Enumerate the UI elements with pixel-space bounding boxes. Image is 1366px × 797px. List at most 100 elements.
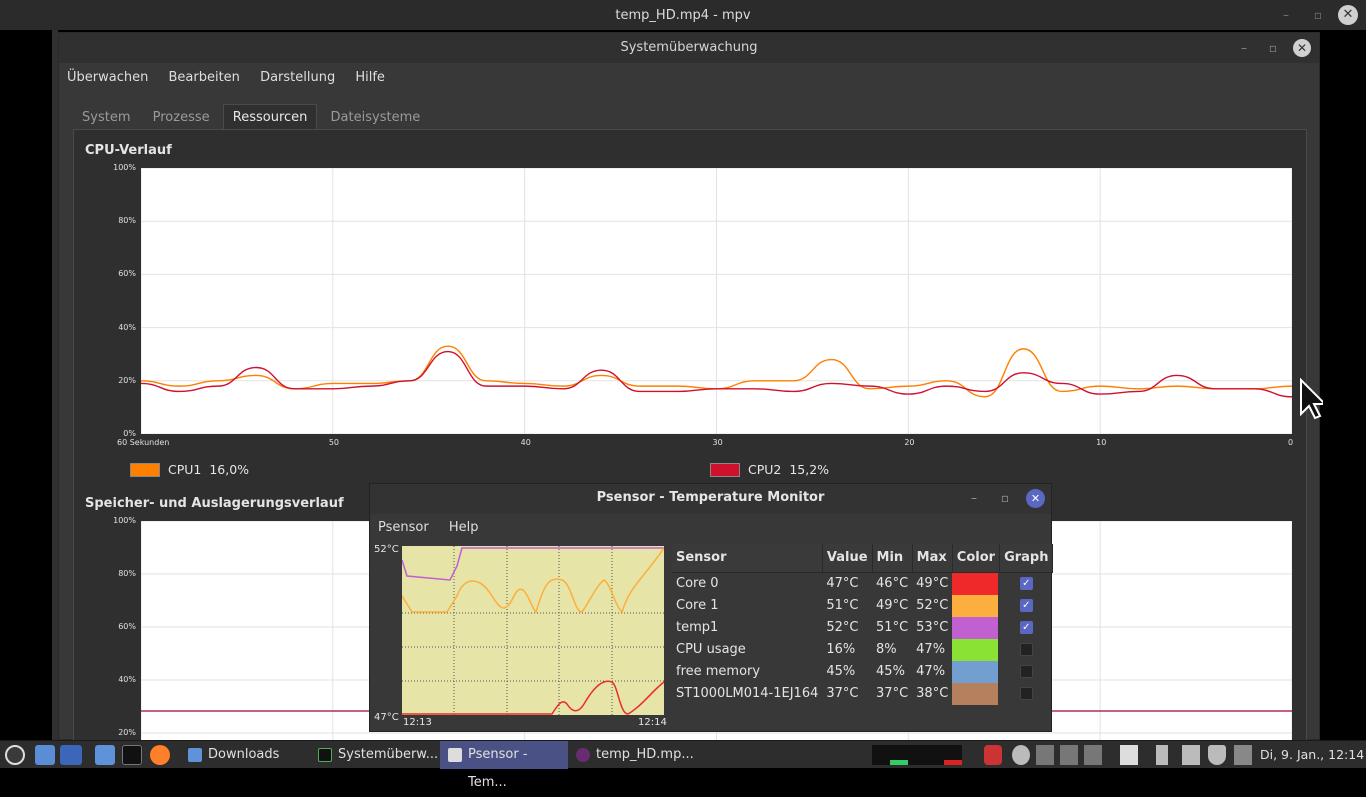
sensor-color-swatch[interactable] xyxy=(952,594,999,617)
sensor-color-swatch[interactable] xyxy=(952,660,999,683)
menu-psensor[interactable]: Psensor xyxy=(370,514,437,535)
sensor-min: 8% xyxy=(876,642,897,657)
graph-checkbox[interactable] xyxy=(1019,643,1033,656)
sensor-row[interactable]: temp1 52°C 51°C 53°C ✓ xyxy=(672,616,1053,639)
swap-monitor-applet[interactable] xyxy=(908,745,926,765)
minimize-icon[interactable]: – xyxy=(971,484,977,512)
temperature-graph-svg xyxy=(401,546,665,715)
screenshot-icon[interactable] xyxy=(35,745,55,765)
header-sensor[interactable]: Sensor xyxy=(672,544,823,573)
terminal-icon[interactable] xyxy=(122,745,142,765)
sensor-graph-cell xyxy=(1000,661,1053,683)
sensor-color-cell xyxy=(952,638,999,661)
taskbar-item-label: Systemüberw... xyxy=(338,747,439,762)
header-max[interactable]: Max xyxy=(912,544,953,573)
graph-min-label: 47°C xyxy=(374,712,399,723)
legend-value-cpu1: 16,0% xyxy=(209,462,250,477)
taskbar-item-mpv[interactable]: temp_HD.mp... xyxy=(568,741,696,769)
mint-menu-icon[interactable] xyxy=(5,745,25,765)
menu-darstellung[interactable]: Darstellung xyxy=(252,63,343,85)
legend-cpu2: CPU2 15,2% xyxy=(710,462,829,477)
header-value[interactable]: Value xyxy=(822,544,873,573)
x-tick-label: 30 xyxy=(712,438,723,447)
header-color[interactable]: Color xyxy=(952,544,1001,573)
cpu-chart xyxy=(140,167,1293,435)
cpu-monitor-applet[interactable] xyxy=(872,745,890,765)
transfer-icon[interactable] xyxy=(1120,745,1138,765)
menu-hilfe[interactable]: Hilfe xyxy=(347,63,393,85)
graph-checkbox[interactable]: ✓ xyxy=(1019,577,1033,590)
sensor-color-swatch[interactable] xyxy=(952,638,999,661)
load-monitor-applet[interactable] xyxy=(944,745,962,765)
temperature-graph xyxy=(401,546,665,715)
legend-cpu1: CPU1 16,0% xyxy=(130,462,249,477)
sensor-value: 37°C xyxy=(826,686,859,701)
header-min[interactable]: Min xyxy=(872,544,913,573)
sensor-graph-cell: ✓ xyxy=(1000,595,1053,617)
sensor-graph-cell: ✓ xyxy=(1000,617,1053,639)
shield-icon[interactable] xyxy=(1208,745,1226,765)
sensor-color-swatch[interactable] xyxy=(952,682,999,705)
sensor-graph-cell xyxy=(1000,683,1053,705)
tab-prozesse[interactable]: Prozesse xyxy=(144,105,219,130)
sensor-color-cell xyxy=(952,616,999,639)
sensor-color-swatch[interactable] xyxy=(952,572,999,595)
menu-ueberwachen[interactable]: Überwachen xyxy=(59,63,156,85)
legend-swatch-cpu1[interactable] xyxy=(130,463,160,477)
applet-icon[interactable] xyxy=(1084,745,1102,765)
thermometer-icon[interactable] xyxy=(1156,745,1168,765)
maximize-icon[interactable]: ▫ xyxy=(1269,33,1277,63)
clock[interactable]: Di, 9. Jan., 12:14 xyxy=(1260,741,1364,769)
tab-dateisysteme[interactable]: Dateisysteme xyxy=(322,105,430,130)
menu-help[interactable]: Help xyxy=(441,514,487,535)
graph-time-start: 12:13 xyxy=(403,717,432,728)
sensor-row[interactable]: free memory 45% 45% 47% xyxy=(672,660,1053,683)
power-icon[interactable] xyxy=(984,745,1002,765)
applet-icon[interactable] xyxy=(1036,745,1054,765)
cpu-section-title: CPU-Verlauf xyxy=(85,143,172,158)
legend-swatch-cpu2[interactable] xyxy=(710,463,740,477)
x-tick-label: 50 xyxy=(328,438,340,447)
tab-ressourcen[interactable]: Ressourcen xyxy=(222,104,318,130)
graph-checkbox[interactable] xyxy=(1019,665,1033,678)
maximize-icon[interactable]: ▫ xyxy=(1310,7,1326,23)
firefox-icon[interactable] xyxy=(150,745,170,765)
memory-monitor-applet[interactable] xyxy=(890,745,908,765)
taskbar-item-systemmonitor[interactable]: Systemüberw... xyxy=(310,741,438,769)
graph-checkbox[interactable]: ✓ xyxy=(1019,621,1033,634)
network-icon[interactable] xyxy=(1234,745,1252,765)
tab-system[interactable]: System xyxy=(73,105,139,130)
header-graph[interactable]: Graph xyxy=(999,544,1054,573)
sensor-max: 47% xyxy=(916,642,946,657)
sensor-min: 46°C xyxy=(876,576,909,591)
volume-icon[interactable] xyxy=(1182,745,1200,765)
close-icon[interactable]: ✕ xyxy=(1338,5,1358,25)
minimize-icon[interactable]: – xyxy=(1241,33,1247,63)
sensor-value: 45% xyxy=(826,664,856,679)
sensor-row[interactable]: Core 0 47°C 46°C 49°C ✓ xyxy=(672,572,1053,595)
minimize-icon[interactable]: – xyxy=(1278,7,1294,23)
network-monitor-applet[interactable] xyxy=(926,745,944,765)
sensor-name: Core 0 xyxy=(676,576,719,591)
brightness-icon[interactable] xyxy=(1012,745,1030,765)
sensor-color-swatch[interactable] xyxy=(952,616,999,639)
taskbar-item-downloads[interactable]: Downloads xyxy=(180,741,308,769)
sensor-name: free memory xyxy=(676,664,761,679)
graph-checkbox[interactable] xyxy=(1019,687,1033,700)
taskbar-item-label: Psensor - Tem... xyxy=(468,747,528,790)
sensor-name: temp1 xyxy=(676,620,719,635)
sensor-row[interactable]: Core 1 51°C 49°C 52°C ✓ xyxy=(672,594,1053,617)
sensor-row[interactable]: CPU usage 16% 8% 47% xyxy=(672,638,1053,661)
show-desktop-icon[interactable] xyxy=(60,745,82,765)
menu-bearbeiten[interactable]: Bearbeiten xyxy=(160,63,247,85)
close-icon[interactable]: ✕ xyxy=(1026,489,1045,508)
mouse-cursor-icon xyxy=(1300,378,1323,420)
graph-checkbox[interactable]: ✓ xyxy=(1019,599,1033,612)
files-icon[interactable] xyxy=(95,745,115,765)
sensor-value: 16% xyxy=(826,642,856,657)
sensor-row[interactable]: ST1000LM014-1EJ164 37°C 37°C 38°C xyxy=(672,682,1053,705)
close-icon[interactable]: ✕ xyxy=(1293,39,1311,57)
applet-icon[interactable] xyxy=(1060,745,1078,765)
taskbar-item-psensor[interactable]: Psensor - Tem... xyxy=(440,741,568,790)
maximize-icon[interactable]: ▫ xyxy=(1001,484,1009,512)
